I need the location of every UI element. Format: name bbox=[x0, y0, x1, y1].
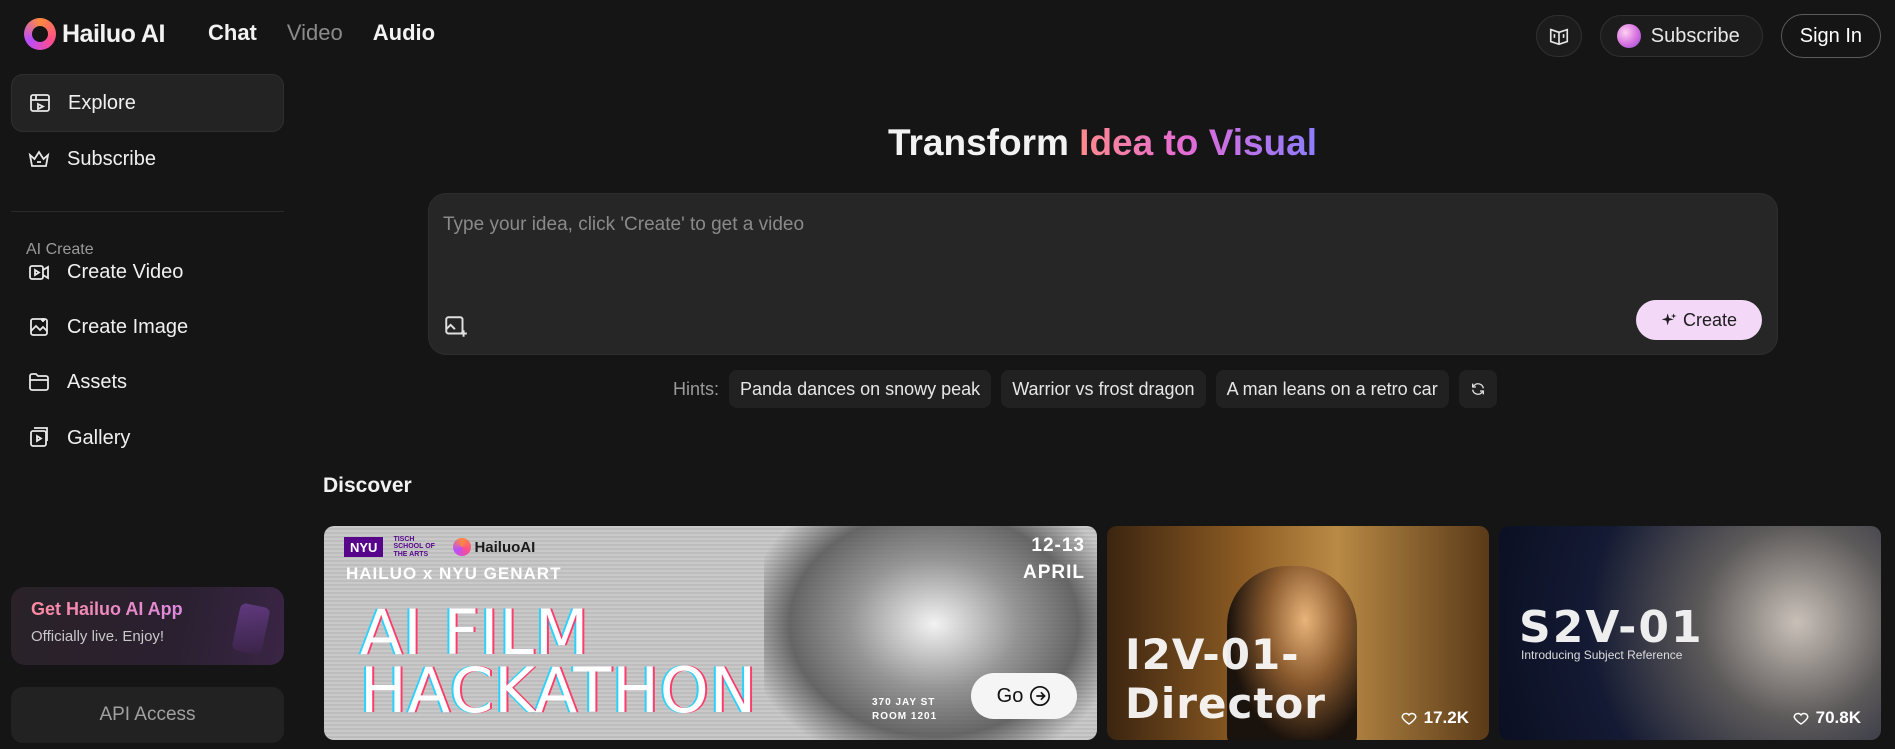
header-subscribe-button[interactable]: Subscribe bbox=[1599, 15, 1763, 57]
hint-chip[interactable]: Warrior vs frost dragon bbox=[1001, 370, 1206, 408]
title-gradient: Idea to Visual bbox=[1079, 122, 1318, 163]
hailuo-logo-icon bbox=[453, 538, 472, 557]
book-icon bbox=[1549, 28, 1568, 46]
logo-text: Hailuo AI bbox=[62, 19, 165, 48]
header-subscribe-label: Subscribe bbox=[1650, 24, 1740, 47]
hailuo-banner-logo: HailuoAI bbox=[453, 538, 536, 557]
app-card-title: Get Hailuo AI App bbox=[31, 599, 264, 620]
docs-button[interactable] bbox=[1535, 15, 1582, 57]
get-app-card[interactable]: Get Hailuo AI App Officially live. Enjoy… bbox=[11, 587, 284, 665]
sidebar-item-label: Create Video bbox=[67, 260, 184, 283]
banner-title: AI FILM HACKATHON bbox=[360, 602, 758, 727]
gallery-icon bbox=[30, 427, 48, 447]
like-count[interactable]: 17.2K bbox=[1400, 708, 1469, 728]
nav-audio[interactable]: Audio bbox=[373, 20, 435, 46]
discover-heading: Discover bbox=[323, 474, 412, 497]
sidebar-item-label: Gallery bbox=[67, 426, 131, 449]
explore-icon bbox=[30, 94, 50, 112]
video-card-s2v[interactable]: S2V-01 Introducing Subject Reference 70.… bbox=[1499, 526, 1881, 740]
hint-chip[interactable]: A man leans on a retro car bbox=[1215, 370, 1449, 408]
hints-label: Hints: bbox=[673, 378, 720, 399]
create-button[interactable]: Create bbox=[1636, 300, 1762, 340]
sidebar-item-gallery[interactable]: Gallery bbox=[11, 409, 284, 467]
video-card-i2v[interactable]: I2V-01-Director 17.2K bbox=[1107, 526, 1489, 740]
sign-in-button[interactable]: Sign In bbox=[1780, 14, 1881, 58]
nav-chat[interactable]: Chat bbox=[208, 20, 257, 46]
page-title: Transform Idea to Visual bbox=[0, 122, 1895, 164]
nav-video[interactable]: Video bbox=[287, 20, 343, 46]
sidebar: Explore Subscribe AI Create Create Video… bbox=[0, 68, 284, 749]
sidebar-item-label: Create Image bbox=[67, 315, 189, 338]
video-icon bbox=[29, 265, 49, 280]
banner-logos: NYU TISCH SCHOOL OF THE ARTS HailuoAI bbox=[344, 536, 535, 558]
sparkle-icon bbox=[1661, 313, 1677, 326]
title-plain: Transform bbox=[887, 122, 1080, 163]
hint-chip[interactable]: Panda dances on snowy peak bbox=[729, 370, 992, 408]
nyu-logo: NYU bbox=[344, 537, 384, 558]
folder-icon bbox=[29, 373, 49, 391]
top-bar: Hailuo AI Chat Video Audio Subscribe Sig… bbox=[0, 0, 1895, 68]
sidebar-item-label: Assets bbox=[67, 370, 128, 393]
sidebar-item-assets[interactable]: Assets bbox=[11, 353, 284, 411]
video-card-subtitle: Introducing Subject Reference bbox=[1521, 648, 1683, 662]
go-button-label: Go bbox=[996, 684, 1024, 707]
banner-date-days: 12-13 bbox=[1031, 535, 1085, 556]
api-access-button[interactable]: API Access bbox=[11, 687, 284, 743]
banner-subheading: HAILUO x NYU GENART bbox=[346, 564, 562, 583]
refresh-icon bbox=[1471, 383, 1484, 395]
sidebar-divider bbox=[11, 211, 284, 212]
go-button[interactable]: Go bbox=[971, 673, 1077, 719]
heart-icon bbox=[1793, 712, 1809, 725]
sidebar-item-create-image[interactable]: Create Image bbox=[11, 298, 284, 356]
hints-row: Hints: Panda dances on snowy peak Warrio… bbox=[673, 370, 1497, 408]
hailuo-logo-text: HailuoAI bbox=[474, 538, 536, 556]
prompt-input[interactable] bbox=[443, 210, 1543, 240]
arrow-right-circle-icon bbox=[1030, 686, 1051, 706]
banner-title-line2: HACKATHON bbox=[360, 654, 758, 727]
refresh-hints-button[interactable] bbox=[1458, 370, 1497, 408]
like-count-value: 17.2K bbox=[1423, 708, 1469, 727]
top-nav: Chat Video Audio bbox=[208, 20, 435, 46]
image-icon bbox=[30, 318, 48, 336]
sidebar-item-label: Explore bbox=[68, 91, 136, 114]
video-card-title: S2V-01 bbox=[1519, 602, 1704, 653]
prompt-box: Create bbox=[428, 193, 1778, 355]
tisch-logo: TISCH SCHOOL OF THE ARTS bbox=[393, 536, 435, 558]
like-count-value: 70.8K bbox=[1815, 708, 1861, 727]
sidebar-item-create-video[interactable]: Create Video bbox=[11, 243, 284, 301]
banner-date-month: APRIL bbox=[1023, 562, 1085, 583]
hackathon-banner[interactable]: NYU TISCH SCHOOL OF THE ARTS HailuoAI HA… bbox=[324, 526, 1097, 740]
like-count[interactable]: 70.8K bbox=[1792, 708, 1861, 728]
app-card-subtitle: Officially live. Enjoy! bbox=[31, 628, 165, 645]
banner-address-line1: 370 JAY ST bbox=[872, 697, 936, 708]
top-right-actions: Subscribe Sign In bbox=[1535, 14, 1881, 58]
heart-icon bbox=[1401, 712, 1417, 725]
banner-date: 12-13 APRIL bbox=[1023, 532, 1085, 586]
logo[interactable]: Hailuo AI bbox=[24, 18, 165, 50]
banner-address-line2: ROOM 1201 bbox=[872, 711, 938, 722]
image-upload-icon[interactable] bbox=[443, 314, 469, 340]
create-button-label: Create bbox=[1682, 309, 1738, 330]
hailuo-logo-icon bbox=[24, 18, 56, 50]
gem-icon bbox=[1616, 24, 1641, 48]
banner-address: 370 JAY ST ROOM 1201 bbox=[872, 696, 937, 724]
